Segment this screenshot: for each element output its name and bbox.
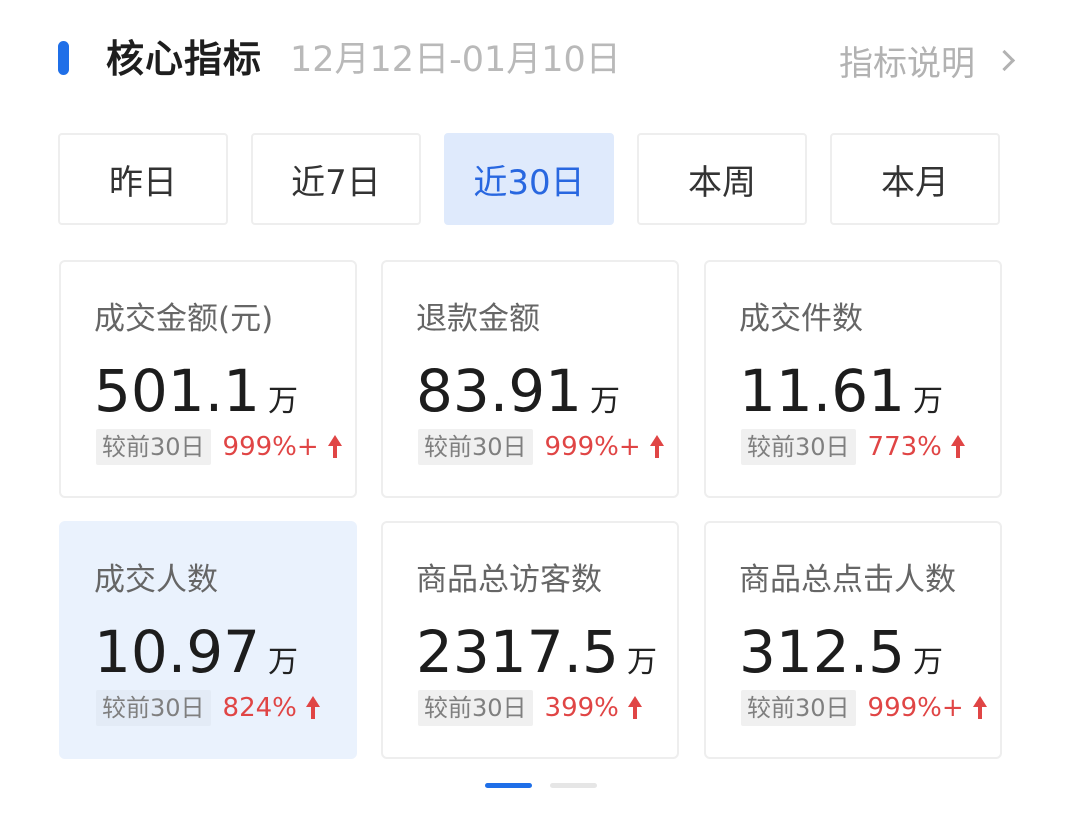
metric-card-gmv[interactable]: 成交金额(元) 501.1 万 较前30日 999%+ <box>59 260 357 498</box>
chevron-right-icon <box>993 49 1016 71</box>
metric-card-items-sold[interactable]: 成交件数 11.61 万 较前30日 773% <box>704 260 1002 498</box>
arrow-up-icon <box>972 696 988 720</box>
metric-value-row: 2317.5 万 <box>416 617 657 687</box>
metric-value-row: 501.1 万 <box>94 356 298 426</box>
metric-compare-row: 较前30日 999%+ <box>418 429 665 465</box>
metric-label: 商品总访客数 <box>416 562 602 598</box>
compare-period-tag: 较前30日 <box>96 429 211 465</box>
metric-unit: 万 <box>913 645 944 680</box>
metric-value: 312.5 <box>739 618 906 686</box>
metric-value: 501.1 <box>94 357 261 425</box>
metric-label: 退款金额 <box>416 301 540 337</box>
change-percent: 773% <box>867 432 942 462</box>
section-title: 核心指标 <box>106 37 263 81</box>
metric-value-row: 11.61 万 <box>739 356 943 426</box>
metric-value: 83.91 <box>416 357 583 425</box>
metric-label: 成交件数 <box>739 301 863 337</box>
metric-card-buyers[interactable]: 成交人数 10.97 万 较前30日 824% <box>59 521 357 759</box>
tab-last-7-days[interactable]: 近7日 <box>251 133 421 225</box>
arrow-up-icon <box>627 696 643 720</box>
metric-unit: 万 <box>626 645 657 680</box>
tab-yesterday[interactable]: 昨日 <box>58 133 228 225</box>
metric-compare-row: 较前30日 999%+ <box>741 690 988 726</box>
change-percent: 824% <box>222 693 297 723</box>
page-dot-1[interactable] <box>485 783 532 788</box>
metric-unit: 万 <box>268 384 299 419</box>
metric-value: 2317.5 <box>416 618 619 686</box>
page-indicator <box>485 783 615 788</box>
metric-compare-row: 较前30日 824% <box>96 690 321 726</box>
metric-value: 10.97 <box>94 618 261 686</box>
compare-period-tag: 较前30日 <box>418 429 533 465</box>
metric-value-row: 10.97 万 <box>94 617 298 687</box>
metric-card-product-visitors[interactable]: 商品总访客数 2317.5 万 较前30日 399% <box>381 521 679 759</box>
arrow-up-icon <box>327 435 343 459</box>
metric-card-product-clickers[interactable]: 商品总点击人数 312.5 万 较前30日 999%+ <box>704 521 1002 759</box>
metric-compare-row: 较前30日 773% <box>741 429 966 465</box>
change-percent: 999%+ <box>544 432 641 462</box>
section-header: 核心指标 12月12日-01月10日 指标说明 <box>0 0 1080 118</box>
metric-compare-row: 较前30日 399% <box>418 690 643 726</box>
tab-this-month[interactable]: 本月 <box>830 133 1000 225</box>
metric-unit: 万 <box>590 384 621 419</box>
metric-help-link[interactable]: 指标说明 <box>839 36 1018 84</box>
metric-card-refund[interactable]: 退款金额 83.91 万 较前30日 999%+ <box>381 260 679 498</box>
period-tabs: 昨日 近7日 近30日 本周 本月 <box>58 133 1002 225</box>
compare-period-tag: 较前30日 <box>418 690 533 726</box>
metric-label: 商品总点击人数 <box>739 562 956 598</box>
metric-label: 成交金额(元) <box>94 301 274 337</box>
change-percent: 999%+ <box>222 432 319 462</box>
metric-unit: 万 <box>913 384 944 419</box>
metric-value: 11.61 <box>739 357 906 425</box>
arrow-up-icon <box>305 696 321 720</box>
metric-value-row: 312.5 万 <box>739 617 943 687</box>
tab-this-week[interactable]: 本周 <box>637 133 807 225</box>
page-dot-2[interactable] <box>550 783 597 788</box>
metric-help-label: 指标说明 <box>839 43 975 84</box>
metric-value-row: 83.91 万 <box>416 356 620 426</box>
change-percent: 999%+ <box>867 693 964 723</box>
compare-period-tag: 较前30日 <box>96 690 211 726</box>
arrow-up-icon <box>649 435 665 459</box>
date-range: 12月12日-01月10日 <box>290 40 621 80</box>
metric-compare-row: 较前30日 999%+ <box>96 429 343 465</box>
compare-period-tag: 较前30日 <box>741 429 856 465</box>
metric-unit: 万 <box>268 645 299 680</box>
change-percent: 399% <box>544 693 619 723</box>
metric-label: 成交人数 <box>94 562 218 598</box>
arrow-up-icon <box>950 435 966 459</box>
title-accent-bar <box>58 41 69 75</box>
tab-last-30-days[interactable]: 近30日 <box>444 133 614 225</box>
compare-period-tag: 较前30日 <box>741 690 856 726</box>
